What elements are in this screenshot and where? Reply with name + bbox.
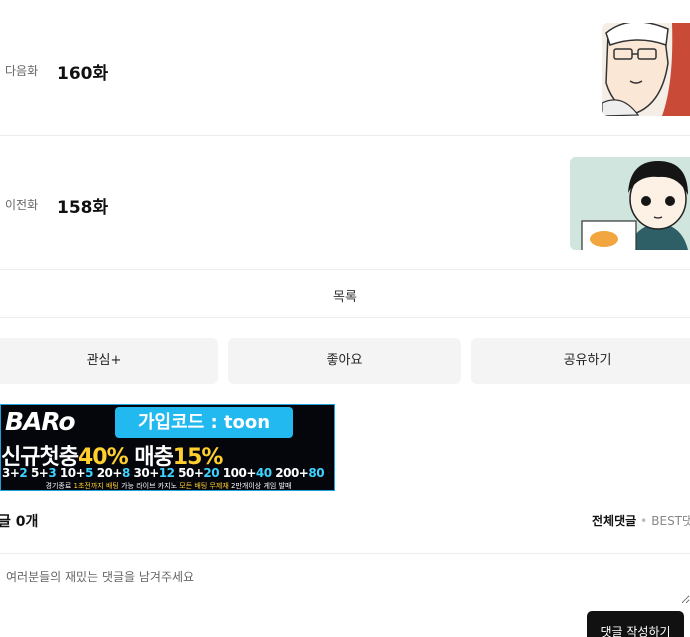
- previous-episode-row[interactable]: 이전화 158화: [0, 137, 690, 270]
- bonus-part: 50+: [174, 466, 204, 480]
- banner-logo: BARo: [5, 407, 76, 436]
- note-part: 모든 배팅 무제재: [179, 482, 229, 490]
- comment-submit-button[interactable]: 댓글 작성하기: [587, 611, 684, 637]
- bonus-part: 8: [121, 466, 130, 480]
- bonus-part: 12: [158, 466, 175, 480]
- note-part: 2만개이상 게임 발매: [228, 482, 292, 490]
- bonus-part: 30+: [129, 466, 159, 480]
- episode-160-thumbnail[interactable]: [602, 23, 690, 116]
- bonus-part: 100+: [219, 466, 257, 480]
- bonus-part: 80: [308, 466, 325, 480]
- comment-count: 글 0개: [0, 514, 39, 530]
- previous-episode-caption: 이전화: [5, 198, 39, 212]
- like-button[interactable]: 좋아요: [228, 338, 461, 384]
- tab-separator: •: [640, 514, 648, 528]
- next-episode-row[interactable]: 다음화 160화: [0, 0, 690, 136]
- bonus-part: 20: [203, 466, 220, 480]
- bonus-part: 3+: [2, 466, 20, 480]
- episode-list-label: 목록: [333, 290, 357, 305]
- bonus-part: 10+: [56, 466, 86, 480]
- next-episode-title: 160화: [57, 64, 109, 84]
- note-part: 1초전까지 배팅: [73, 482, 119, 490]
- bonus-part: 20+: [93, 466, 123, 480]
- banner-bonus-line: 3+2 5+3 10+5 20+8 30+12 50+20 100+40 200…: [2, 466, 325, 480]
- bonus-part: 5: [85, 466, 94, 480]
- banner-signup-code: 가입코드 : toon: [115, 407, 293, 438]
- tab-all-comments[interactable]: 전체댓글: [592, 514, 636, 528]
- bonus-part: 40: [255, 466, 272, 480]
- episode-list-row[interactable]: 목록: [0, 271, 690, 318]
- bonus-part: 5+: [27, 466, 49, 480]
- ad-banner[interactable]: BARo 가입코드 : toon 신규첫충40% 매충15% 3+2 5+3 1…: [0, 404, 335, 491]
- episode-160-thumbnail-art: [602, 23, 690, 116]
- tab-best-comments[interactable]: BEST댓: [651, 514, 690, 528]
- share-button[interactable]: 공유하기: [471, 338, 690, 384]
- episode-158-thumbnail[interactable]: [570, 157, 690, 250]
- banner-note: 경기종료 1초전까지 배팅 가능 라이브 카지노 모든 배팅 무제재 2만개이상…: [1, 481, 334, 490]
- comment-divider: [0, 553, 690, 554]
- next-episode-caption: 다음화: [5, 64, 39, 78]
- favorite-button[interactable]: 관심+: [0, 338, 218, 384]
- previous-episode-title: 158화: [57, 198, 109, 218]
- note-part: 가능 라이브 카지노: [118, 482, 180, 490]
- note-part: 경기종료: [45, 482, 74, 490]
- bonus-part: 200+: [271, 466, 309, 480]
- episode-158-thumbnail-art: [570, 157, 690, 250]
- comment-tabs: 전체댓글 • BEST댓: [592, 512, 690, 529]
- comment-input[interactable]: [0, 568, 690, 604]
